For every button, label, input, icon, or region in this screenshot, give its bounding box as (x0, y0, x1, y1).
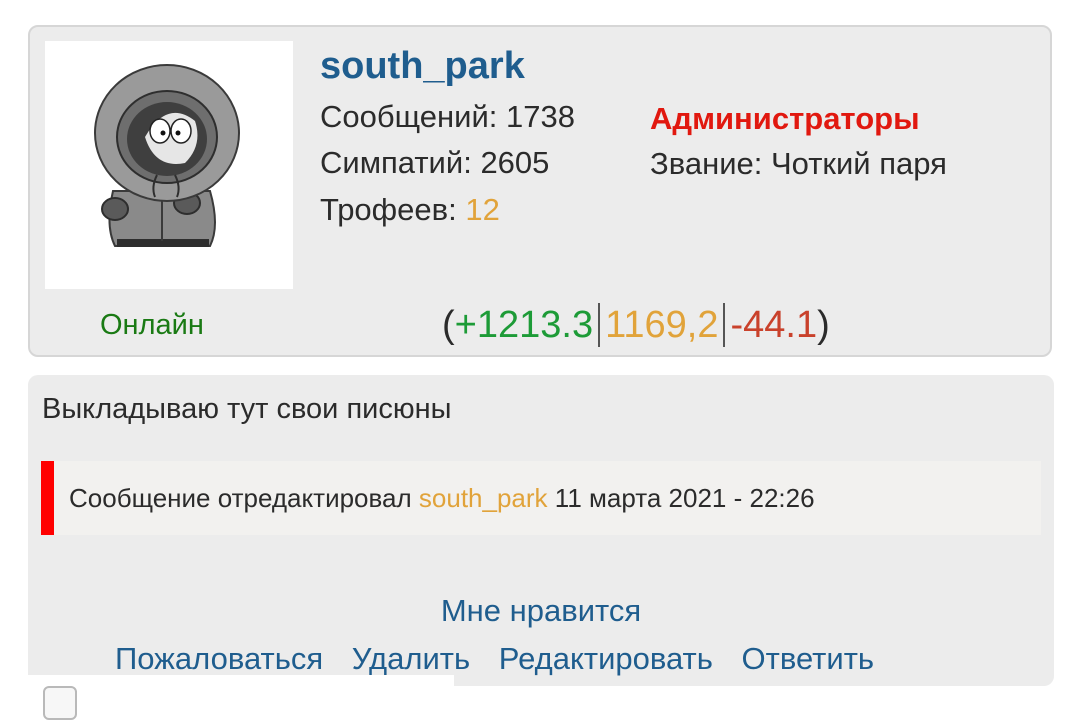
username[interactable]: south_park (320, 45, 525, 88)
edit-notice: Сообщение отредактировал south_park 11 м… (41, 461, 1041, 535)
edit-notice-prefix: Сообщение отредактировал (69, 483, 412, 513)
trophies-count: Трофеев: 12 (320, 192, 500, 228)
reply-button[interactable]: Ответить (742, 641, 875, 676)
post-actions: Пожаловаться Удалить Редактировать Ответ… (115, 641, 894, 677)
edit-notice-date: 11 марта 2021 - 22:26 (554, 483, 815, 513)
messages-label: Сообщений: (320, 99, 498, 134)
likes-label: Симпатий: (320, 145, 472, 180)
select-post-checkbox[interactable] (43, 686, 77, 720)
online-status: Онлайн (100, 309, 204, 341)
edit-button[interactable]: Редактировать (499, 641, 713, 676)
post-body: Выкладываю тут свои писюны (42, 393, 452, 425)
user-group-badge: Администраторы (650, 101, 920, 136)
messages-value: 1738 (506, 99, 575, 134)
rating-separator (598, 303, 601, 347)
like-button[interactable]: Мне нравится (28, 593, 1054, 629)
post-card: Выкладываю тут свои писюны Сообщение отр… (28, 375, 1054, 686)
rating-negative: -44.1 (730, 303, 818, 346)
rating-positive: +1213.3 (454, 303, 594, 346)
messages-count: Сообщений: 1738 (320, 99, 575, 135)
report-button[interactable]: Пожаловаться (115, 641, 323, 676)
trophies-label: Трофеев: (320, 192, 457, 227)
edit-notice-text: Сообщение отредактировал south_park 11 м… (69, 483, 815, 514)
kenny-avatar-icon (94, 64, 240, 247)
likes-count: Симпатий: 2605 (320, 145, 549, 181)
edit-notice-user[interactable]: south_park (419, 483, 548, 513)
avatar[interactable] (45, 41, 293, 289)
rating-separator (723, 303, 726, 347)
reputation-rating: ( +1213.3 1169,2 -44.1 ) (442, 303, 830, 347)
divider (28, 675, 454, 686)
user-profile-card: south_park Сообщений: 1738 Симпатий: 260… (28, 25, 1052, 357)
rating-close-paren: ) (817, 303, 830, 346)
delete-button[interactable]: Удалить (352, 641, 470, 676)
edit-notice-bar (41, 461, 54, 535)
rating-open-paren: ( (442, 303, 455, 346)
likes-value: 2605 (480, 145, 550, 180)
trophies-value[interactable]: 12 (465, 192, 499, 227)
rating-total: 1169,2 (605, 303, 719, 346)
user-rank: Звание: Чоткий паря (650, 146, 947, 181)
